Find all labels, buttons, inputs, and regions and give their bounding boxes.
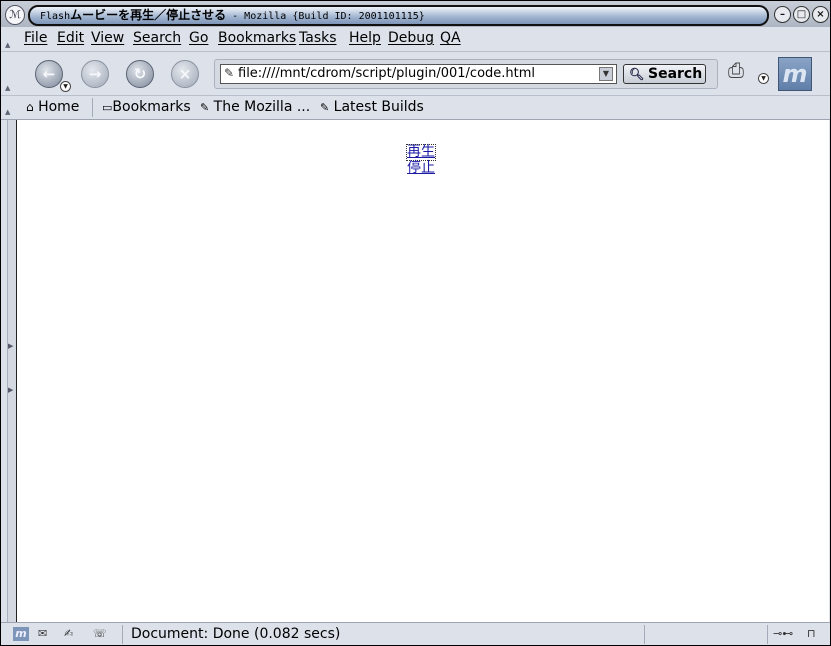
- page-content: 再生 停止: [16, 120, 829, 623]
- splitter-arrow-icon[interactable]: ▶: [8, 386, 13, 394]
- stop-button[interactable]: ×: [171, 60, 199, 88]
- menu-file[interactable]: File: [24, 30, 47, 47]
- personalbar-separator: [92, 98, 93, 117]
- close-button[interactable]: ×: [812, 6, 829, 23]
- padlock-icon[interactable]: ⊓: [807, 627, 816, 641]
- bookmark-latest-builds-label: Latest Builds: [333, 99, 424, 115]
- status-bar: m ✉ ✍ ☏ Document: Done (0.082 secs) ⊸⊷ ⊓: [1, 622, 830, 645]
- content-frame: ▶ ▶ 再生 停止: [1, 120, 830, 623]
- chat-icon[interactable]: ☏: [93, 627, 107, 641]
- forward-button[interactable]: →: [81, 60, 109, 88]
- bookmark-icon: ✎: [320, 101, 330, 114]
- home-button[interactable]: ⌂ Home: [26, 99, 79, 116]
- print-icon[interactable]: ⎙: [728, 58, 758, 82]
- bookmark-mozilla[interactable]: ✎ The Mozilla ...: [200, 99, 310, 116]
- statusbar-separator: [767, 625, 768, 644]
- home-label: Home: [38, 99, 80, 115]
- window-title: Flashムービーを再生／停止させる - Mozilla {Build ID: …: [40, 8, 425, 24]
- personal-toolbar: ▲ ⌂ Home ▭Bookmarks ✎ The Mozilla ... ✎ …: [1, 96, 830, 120]
- back-button[interactable]: ←: [35, 60, 63, 88]
- stop-link[interactable]: 停止: [407, 161, 435, 176]
- back-dropdown-icon[interactable]: ▼: [60, 81, 71, 92]
- menu-help[interactable]: Help: [349, 30, 381, 47]
- mozilla-logo-icon[interactable]: m: [13, 627, 29, 641]
- url-history-dropdown-icon[interactable]: ▼: [599, 67, 613, 81]
- composer-icon[interactable]: ✍: [64, 627, 73, 641]
- menu-bookmarks[interactable]: Bookmarks: [218, 30, 296, 47]
- menu-qa[interactable]: QA: [440, 30, 461, 47]
- title-pill: Flashムービーを再生／停止させる - Mozilla {Build ID: …: [28, 5, 769, 26]
- print-dropdown-icon[interactable]: ▼: [758, 73, 769, 84]
- plug-icon[interactable]: ⊸⊷: [773, 627, 793, 641]
- menu-go[interactable]: Go: [189, 30, 208, 47]
- maximize-button[interactable]: □: [793, 6, 810, 23]
- magnifier-icon: 🔍︎: [629, 67, 645, 81]
- navbar-grippy-icon[interactable]: ▲: [5, 84, 13, 92]
- personalbar-grippy-icon[interactable]: ▲: [5, 108, 13, 116]
- status-text: Document: Done (0.082 secs): [131, 626, 341, 642]
- title-prefix: Flash: [40, 11, 71, 22]
- title-main: ムービーを再生／停止させる: [70, 8, 227, 22]
- url-text[interactable]: file:////mnt/cdrom/script/plugin/001/cod…: [238, 66, 535, 82]
- folder-icon: ▭: [102, 101, 113, 114]
- navigation-toolbar: ▲ ← ▼ → ↻ × ✎ file:////mnt/cdrom/script/…: [1, 52, 830, 96]
- browser-window: ℳ Flashムービーを再生／停止させる - Mozilla {Build ID…: [0, 0, 831, 646]
- menu-tasks[interactable]: Tasks: [299, 30, 337, 47]
- menu-view[interactable]: View: [91, 30, 124, 47]
- url-field[interactable]: ✎ file:////mnt/cdrom/script/plugin/001/c…: [220, 64, 617, 84]
- statusbar-separator: [644, 625, 645, 644]
- bookmarks-label: Bookmarks: [112, 99, 191, 115]
- reload-button[interactable]: ↻: [126, 60, 154, 88]
- search-button[interactable]: 🔍︎ Search: [623, 64, 706, 84]
- splitter-arrow-icon[interactable]: ▶: [8, 342, 13, 350]
- menu-search[interactable]: Search: [133, 30, 181, 47]
- menu-edit[interactable]: Edit: [57, 30, 84, 47]
- play-link[interactable]: 再生: [406, 144, 436, 161]
- bookmark-icon: ✎: [200, 101, 210, 114]
- window-menu-icon[interactable]: ℳ: [5, 5, 25, 25]
- house-icon: ⌂: [26, 100, 34, 114]
- menu-debug[interactable]: Debug: [388, 30, 434, 47]
- menubar-grippy-icon[interactable]: ▲: [5, 41, 13, 49]
- bookmark-mozilla-label: The Mozilla ...: [213, 99, 311, 115]
- bookmark-latest-builds[interactable]: ✎ Latest Builds: [320, 99, 424, 116]
- page-icon: ✎: [224, 66, 235, 80]
- menu-bar: ▲ File Edit View Search Go Bookmarks Tas…: [1, 27, 830, 52]
- title-suffix: - Mozilla {Build ID: 2001101115}: [226, 11, 425, 22]
- title-bar[interactable]: ℳ Flashムービーを再生／停止させる - Mozilla {Build ID…: [1, 1, 830, 27]
- minimize-button[interactable]: –: [774, 6, 791, 23]
- mozilla-throbber-icon[interactable]: m: [778, 57, 812, 91]
- mail-icon[interactable]: ✉: [38, 627, 47, 641]
- statusbar-separator: [122, 625, 123, 644]
- bookmarks-button[interactable]: ▭Bookmarks: [102, 99, 191, 116]
- search-button-label: Search: [648, 66, 703, 82]
